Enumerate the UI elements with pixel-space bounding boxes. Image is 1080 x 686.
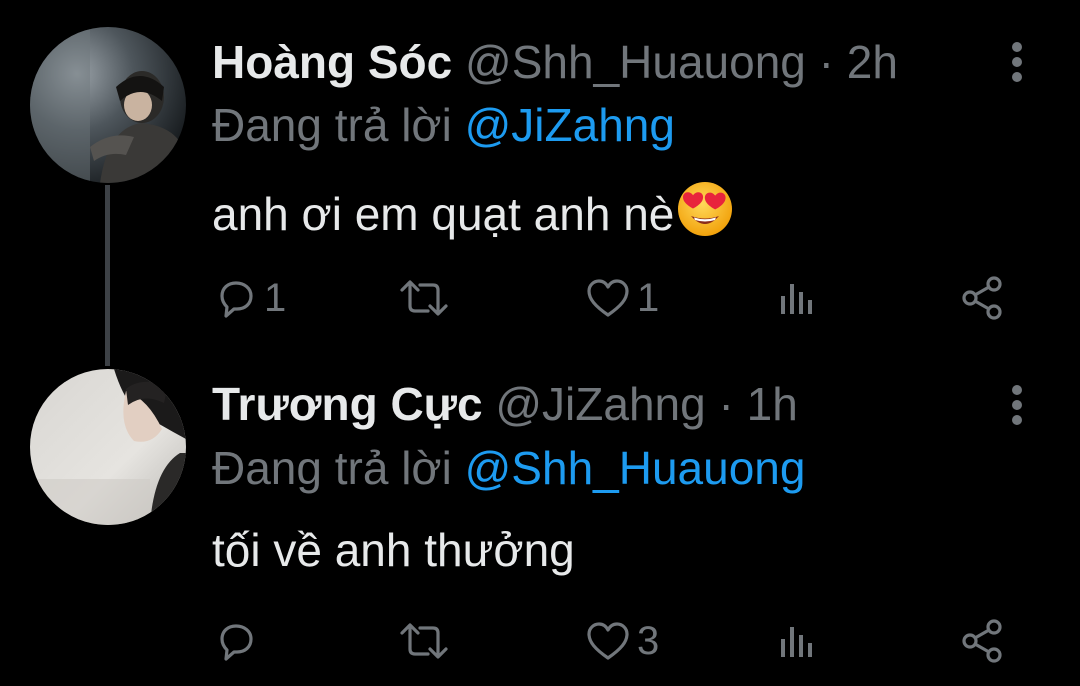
retweet-button[interactable]: [398, 613, 456, 669]
views-button[interactable]: [777, 613, 817, 669]
avatar[interactable]: [30, 27, 186, 183]
separator-dot: ·: [718, 378, 734, 430]
user-handle[interactable]: @Shh_Huauong: [465, 36, 806, 88]
replying-to: Đang trả lời @Shh_Huauong: [212, 440, 805, 496]
like-count: 1: [637, 275, 660, 320]
replying-to-label: Đang trả lời: [212, 99, 452, 151]
share-button[interactable]: [958, 270, 1006, 326]
like-count: 3: [637, 618, 660, 663]
views-icon: [777, 276, 817, 320]
reply-button[interactable]: [214, 613, 264, 669]
retweet-button[interactable]: [398, 270, 456, 326]
reply-mention-link[interactable]: @Shh_Huauong: [465, 442, 806, 494]
tweet-header: Hoàng Sóc @Shh_Huauong · 2h: [212, 34, 898, 90]
display-name[interactable]: Trương Cực: [212, 378, 483, 430]
user-handle[interactable]: @JiZahng: [495, 378, 705, 430]
avatar[interactable]: [30, 369, 186, 525]
reply-mention-link[interactable]: @JiZahng: [465, 99, 675, 151]
tweet-text-content: anh ơi em quạt anh nè: [212, 188, 675, 240]
like-button[interactable]: 1: [585, 270, 659, 326]
separator-dot: ·: [818, 36, 834, 88]
tweet-actions: 3: [0, 613, 1080, 669]
share-button[interactable]: [958, 613, 1006, 669]
replying-to-label: Đang trả lời: [212, 442, 452, 494]
timestamp[interactable]: 1h: [747, 378, 798, 430]
tweet[interactable]: Trương Cực @JiZahng · 1h Đang trả lời @S…: [0, 343, 1080, 686]
share-icon: [958, 274, 1006, 322]
retweet-icon: [398, 619, 450, 663]
tweet[interactable]: Hoàng Sóc @Shh_Huauong · 2h Đang trả lời…: [0, 0, 1080, 343]
heart-icon: [585, 276, 631, 320]
heart-eyes-emoji-icon: [676, 180, 734, 250]
more-icon[interactable]: [1004, 38, 1030, 86]
tweet-text: tối về anh thưởng: [212, 522, 575, 578]
display-name[interactable]: Hoàng Sóc: [212, 36, 452, 88]
reply-icon: [214, 619, 258, 663]
retweet-icon: [398, 276, 450, 320]
heart-icon: [585, 619, 631, 663]
reply-icon: [214, 276, 258, 320]
like-button[interactable]: 3: [585, 613, 659, 669]
replying-to: Đang trả lời @JiZahng: [212, 97, 675, 153]
reply-button[interactable]: 1: [214, 270, 286, 326]
views-button[interactable]: [777, 270, 817, 326]
views-icon: [777, 619, 817, 663]
tweet-header: Trương Cực @JiZahng · 1h: [212, 376, 798, 432]
reply-count: 1: [264, 275, 287, 320]
tweet-text: anh ơi em quạt anh nè: [212, 180, 734, 250]
more-icon[interactable]: [1004, 381, 1030, 429]
share-icon: [958, 617, 1006, 665]
timestamp[interactable]: 2h: [847, 36, 898, 88]
tweet-text-content: tối về anh thưởng: [212, 524, 575, 576]
tweet-actions: 1 1: [0, 270, 1080, 326]
